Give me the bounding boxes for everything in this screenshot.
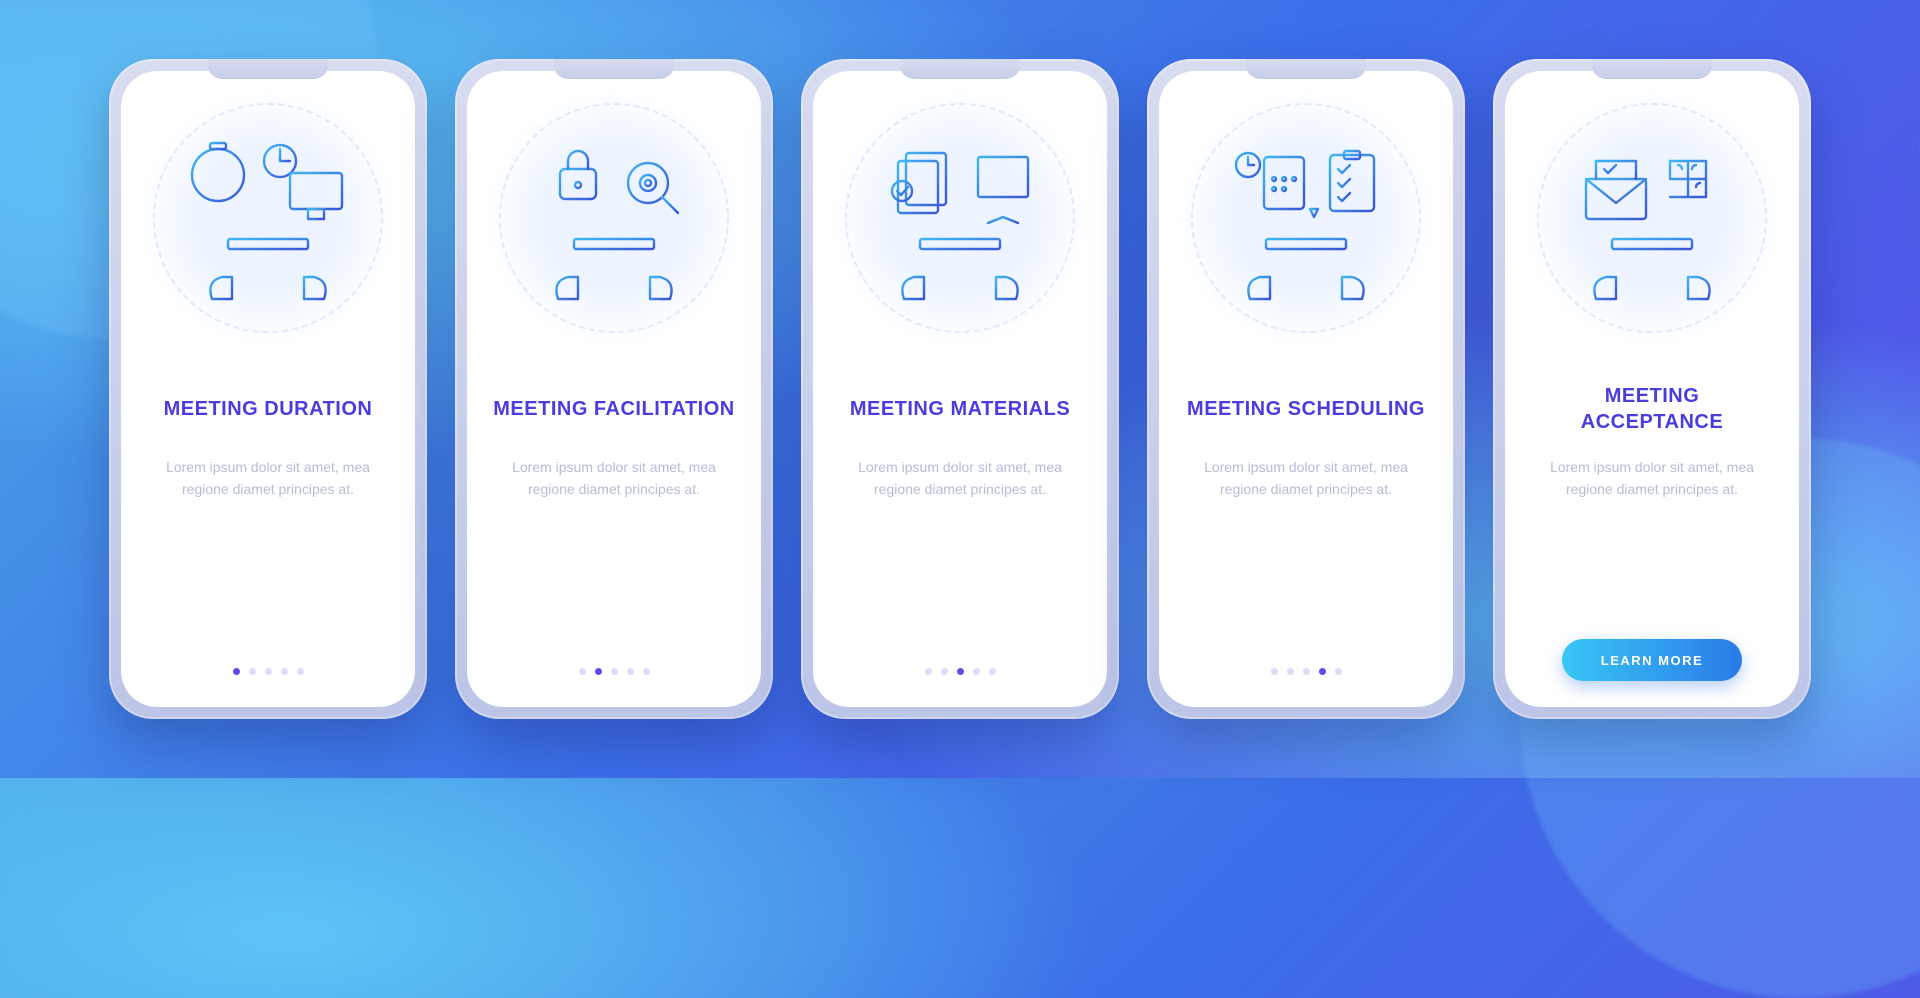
acceptance-icon — [1532, 111, 1772, 351]
onboarding-screen: MEETING FACILITATION Lorem ipsum dolor s… — [467, 71, 761, 707]
page-dot[interactable] — [941, 668, 948, 675]
page-dot[interactable] — [297, 668, 304, 675]
materials-icon — [840, 111, 1080, 351]
page-dot[interactable] — [233, 668, 240, 675]
page-dot[interactable] — [627, 668, 634, 675]
page-dot[interactable] — [265, 668, 272, 675]
screen-title: MEETING DURATION — [164, 383, 373, 435]
onboarding-phone-4: MEETING SCHEDULING Lorem ipsum dolor sit… — [1147, 59, 1465, 719]
screen-body: Lorem ipsum dolor sit amet, mea regione … — [494, 457, 734, 529]
page-dot[interactable] — [925, 668, 932, 675]
page-dot[interactable] — [249, 668, 256, 675]
duration-icon — [148, 111, 388, 351]
page-dot[interactable] — [643, 668, 650, 675]
onboarding-phone-5: MEETING ACCEPTANCE Lorem ipsum dolor sit… — [1493, 59, 1811, 719]
onboarding-screen: MEETING SCHEDULING Lorem ipsum dolor sit… — [1159, 71, 1453, 707]
page-dot[interactable] — [281, 668, 288, 675]
phone-notch — [208, 59, 328, 79]
phone-notch — [1592, 59, 1712, 79]
page-dot[interactable] — [611, 668, 618, 675]
screen-body: Lorem ipsum dolor sit amet, mea regione … — [840, 457, 1080, 529]
onboarding-phone-2: MEETING FACILITATION Lorem ipsum dolor s… — [455, 59, 773, 719]
page-dot[interactable] — [595, 668, 602, 675]
onboarding-phone-1: MEETING DURATION Lorem ipsum dolor sit a… — [109, 59, 427, 719]
screen-title: MEETING ACCEPTANCE — [1531, 383, 1773, 435]
page-indicator — [579, 668, 650, 681]
page-indicator — [233, 668, 304, 681]
onboarding-screen: MEETING ACCEPTANCE Lorem ipsum dolor sit… — [1505, 71, 1799, 707]
screen-title: MEETING SCHEDULING — [1187, 383, 1425, 435]
page-dot[interactable] — [1303, 668, 1310, 675]
onboarding-phone-3: MEETING MATERIALS Lorem ipsum dolor sit … — [801, 59, 1119, 719]
learn-more-button[interactable]: LEARN MORE — [1562, 639, 1742, 681]
page-dot[interactable] — [579, 668, 586, 675]
page-dot[interactable] — [1271, 668, 1278, 675]
page-dot[interactable] — [973, 668, 980, 675]
page-dot[interactable] — [1335, 668, 1342, 675]
page-dot[interactable] — [1319, 668, 1326, 675]
page-dot[interactable] — [957, 668, 964, 675]
screen-title: MEETING MATERIALS — [850, 383, 1070, 435]
onboarding-screen: MEETING MATERIALS Lorem ipsum dolor sit … — [813, 71, 1107, 707]
scheduling-icon — [1186, 111, 1426, 351]
page-indicator — [1271, 668, 1342, 681]
page-dot[interactable] — [1287, 668, 1294, 675]
screen-body: Lorem ipsum dolor sit amet, mea regione … — [1532, 457, 1772, 529]
screen-body: Lorem ipsum dolor sit amet, mea regione … — [148, 457, 388, 529]
page-dot[interactable] — [989, 668, 996, 675]
page-indicator — [925, 668, 996, 681]
facilitation-icon — [494, 111, 734, 351]
screen-title: MEETING FACILITATION — [493, 383, 734, 435]
screen-body: Lorem ipsum dolor sit amet, mea regione … — [1186, 457, 1426, 529]
onboarding-screen: MEETING DURATION Lorem ipsum dolor sit a… — [121, 71, 415, 707]
phone-notch — [1246, 59, 1366, 79]
phone-notch — [900, 59, 1020, 79]
phone-notch — [554, 59, 674, 79]
